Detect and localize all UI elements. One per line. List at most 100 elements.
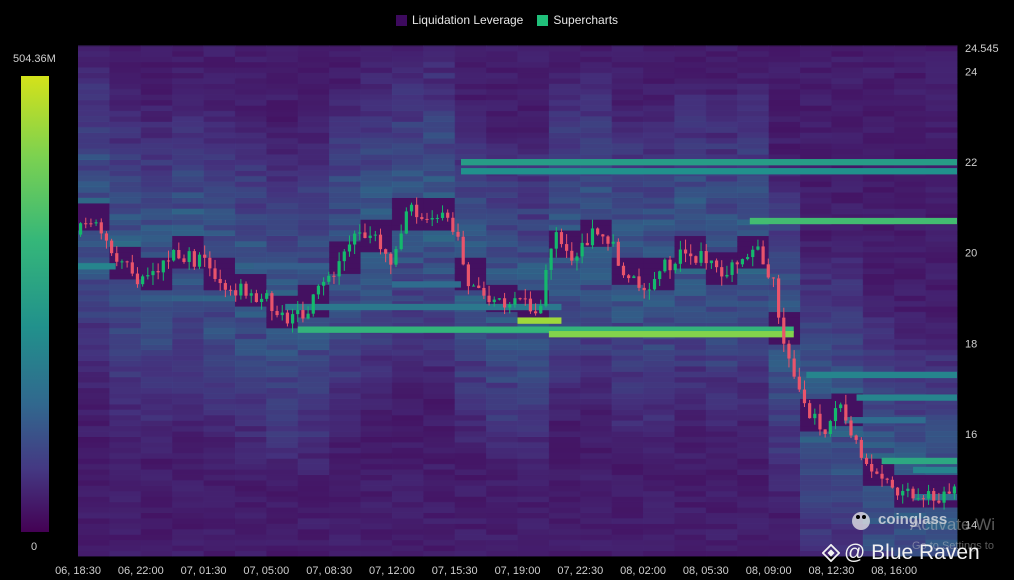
heatmap-cell: [548, 371, 581, 378]
heatmap-cell: [140, 154, 173, 160]
heatmap-cell: [831, 268, 864, 275]
liquidation-band: [806, 371, 957, 379]
heatmap-cell: [391, 355, 424, 361]
heatmap-cell: [705, 414, 738, 421]
heatmap-cell: [423, 550, 456, 557]
heatmap-cell: [454, 110, 487, 117]
heatmap-cell: [768, 371, 801, 378]
heatmap-cell: [78, 213, 110, 220]
heatmap-cell: [234, 431, 267, 438]
heatmap-cell: [548, 175, 581, 182]
heatmap-cell: [391, 371, 424, 378]
candle-body: [265, 293, 269, 299]
heatmap-cell: [109, 360, 142, 367]
heatmap-cell: [674, 83, 707, 90]
heatmap-cell: [800, 78, 832, 84]
heatmap-cell: [329, 230, 362, 237]
heatmap-cell: [862, 441, 895, 448]
heatmap-cell: [297, 420, 330, 427]
heatmap-cell: [611, 523, 644, 530]
heatmap-cell: [800, 365, 832, 372]
heatmap-cell: [800, 485, 832, 492]
heatmap-cell: [800, 425, 832, 432]
heatmap-cell: [423, 110, 456, 117]
heatmap-cell: [140, 333, 173, 340]
liquidation-band: [253, 263, 330, 270]
heatmap-cell: [423, 295, 456, 302]
heatmap-cell: [78, 479, 110, 486]
heatmap-cell: [266, 278, 299, 285]
heatmap-cell: [140, 99, 173, 106]
heatmap-cell: [800, 458, 832, 465]
candle-body: [337, 261, 341, 277]
heatmap-cell: [140, 45, 173, 52]
heatmap-cell: [705, 175, 738, 182]
heatmap-cell: [894, 72, 927, 79]
heatmap-cell: [925, 56, 958, 63]
heatmap-cell: [329, 262, 362, 269]
heatmap-cell: [800, 186, 832, 193]
heatmap-cell: [831, 534, 864, 541]
heatmap-cell: [266, 382, 299, 389]
heatmap-cell: [580, 78, 613, 84]
x-tick-label: 06, 18:30: [55, 565, 101, 577]
heatmap-cell: [768, 512, 801, 519]
heatmap-cell: [548, 235, 581, 242]
heatmap-cell: [737, 317, 770, 323]
heatmap-cell: [266, 154, 299, 160]
heatmap-cell: [391, 333, 424, 340]
heatmap-cell: [705, 452, 738, 459]
heatmap-cell: [517, 175, 550, 182]
heatmap-cell: [831, 295, 864, 302]
heatmap-cell: [800, 126, 832, 133]
heatmap-cell: [140, 545, 173, 552]
liquidation-heatmap-chart[interactable]: 06, 18:30 06, 22:00 07, 01:30 07, 05:00 07, …: [0, 0, 1014, 580]
heatmap-cell: [517, 463, 550, 470]
heatmap-cell: [611, 425, 644, 432]
heatmap-cell: [800, 72, 832, 79]
heatmap-cell: [486, 289, 518, 296]
heatmap-cell: [234, 45, 267, 52]
heatmap-cell: [580, 295, 613, 302]
heatmap-cell: [203, 452, 236, 459]
heatmap-cell: [140, 311, 173, 318]
heatmap-cell: [140, 387, 173, 394]
heatmap-cell: [203, 355, 236, 361]
heatmap-cell: [78, 164, 110, 171]
heatmap-cell: [737, 539, 770, 546]
heatmap-cell: [737, 360, 770, 367]
heatmap-cell: [768, 376, 801, 383]
heatmap-cell: [611, 116, 644, 122]
heatmap-cell: [266, 50, 299, 57]
heatmap-cell: [580, 121, 613, 128]
heatmap-cell: [925, 268, 958, 275]
heatmap-cell: [611, 72, 644, 79]
heatmap-cell: [548, 181, 581, 188]
liquidation-band: [913, 466, 957, 474]
heatmap-cell: [423, 458, 456, 465]
heatmap-cell: [203, 143, 236, 150]
heatmap-cell: [611, 403, 644, 410]
heatmap-cell: [423, 45, 456, 52]
heatmap-cell: [800, 300, 832, 307]
heatmap-cell: [454, 197, 487, 204]
heatmap-cell: [925, 208, 958, 215]
heatmap-cell: [674, 56, 707, 63]
heatmap-cell: [580, 420, 613, 427]
heatmap-cell: [768, 463, 801, 470]
heatmap-cell: [297, 398, 330, 405]
heatmap-cell: [894, 208, 927, 215]
heatmap-cell: [360, 528, 393, 535]
heatmap-cell: [643, 240, 675, 247]
heatmap-cell: [580, 338, 613, 345]
heatmap-cell: [737, 458, 770, 465]
heatmap-cell: [423, 230, 456, 237]
heatmap-cell: [705, 393, 738, 399]
heatmap-cell: [203, 121, 236, 128]
heatmap-cell: [234, 539, 267, 546]
heatmap-cell: [894, 45, 927, 52]
candle-body: [787, 343, 791, 359]
heatmap-cell: [423, 273, 456, 280]
candle-body: [497, 298, 502, 300]
heatmap-cell: [643, 56, 675, 63]
